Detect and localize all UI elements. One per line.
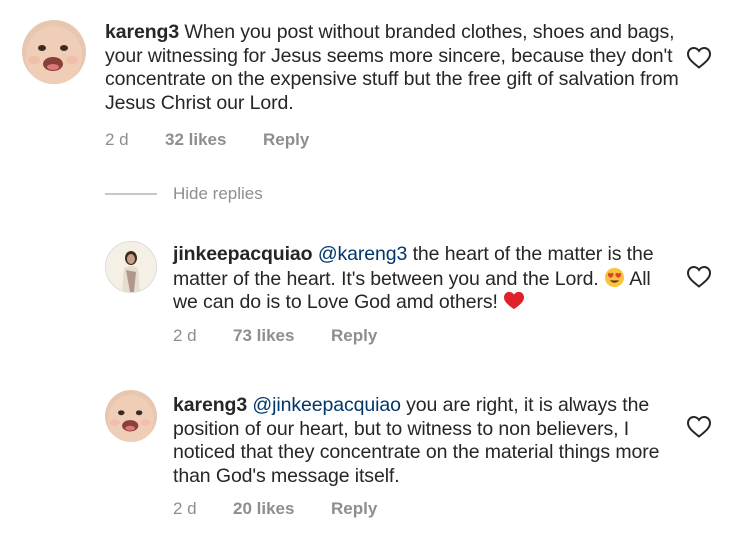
reply-button[interactable]: Reply [263,130,309,150]
likes-count[interactable]: 20 likes [233,499,331,519]
like-heart-icon[interactable] [686,415,712,439]
comment-body: When you post without branded clothes, s… [105,21,679,114]
hide-replies-divider [105,193,157,195]
comment-text: jinkeepacquiao @kareng3 the heart of the… [173,243,673,315]
comment-text: kareng3 When you post without branded cl… [105,21,680,115]
user-mention[interactable]: @kareng3 [318,243,408,265]
comment-text: kareng3 @jinkeepacquiao you are right, i… [173,394,673,488]
likes-count[interactable]: 32 likes [165,130,263,150]
like-heart-icon[interactable] [686,46,712,70]
red-heart-emoji-icon [504,291,525,310]
baby-avatar-icon [22,20,86,84]
comment-meta: 2 d 32 likes Reply [105,130,309,150]
comment-time: 2 d [105,130,129,149]
comment-username[interactable]: kareng3 [105,21,179,43]
comment-username[interactable]: kareng3 [173,394,247,416]
comment-meta: 2 d 20 likes Reply [173,499,377,519]
hide-replies-button[interactable]: Hide replies [105,184,263,208]
comment-time: 2 d [173,499,197,518]
hide-replies-label[interactable]: Hide replies [173,184,263,203]
comment-meta: 2 d 73 likes Reply [173,326,377,346]
user-avatar[interactable] [105,390,157,442]
user-mention[interactable]: @jinkeepacquiao [252,394,401,416]
comment-time: 2 d [173,326,197,345]
user-avatar[interactable] [22,20,86,84]
woman-avatar-icon [106,242,156,292]
reply-button[interactable]: Reply [331,499,377,519]
baby-avatar-icon [105,390,157,442]
comment-username[interactable]: jinkeepacquiao [173,243,313,265]
heart-eyes-emoji-icon [605,267,625,287]
like-heart-icon[interactable] [686,265,712,289]
likes-count[interactable]: 73 likes [233,326,331,346]
reply-button[interactable]: Reply [331,326,377,346]
user-avatar[interactable] [105,241,157,293]
